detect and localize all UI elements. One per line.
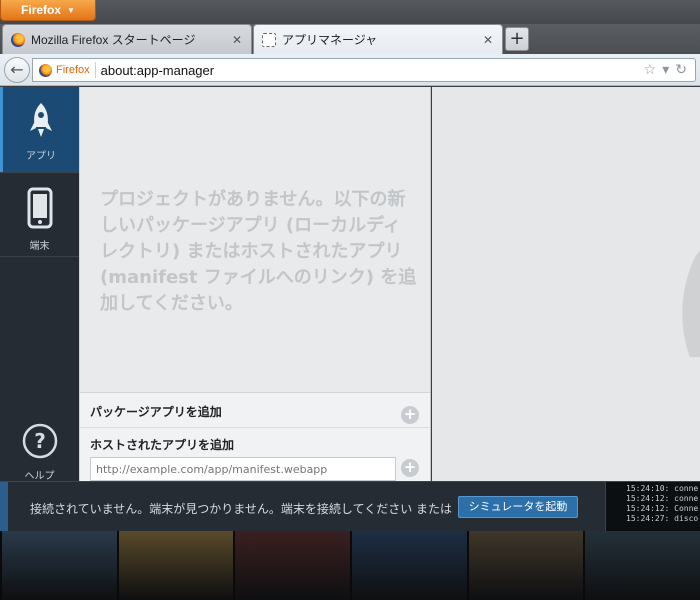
navigation-bar: ← Firefox about:app-manager ☆ ▾ ↻ — [0, 54, 700, 86]
close-icon[interactable]: ✕ — [231, 33, 243, 47]
rocket-icon — [30, 103, 52, 137]
desktop-thumbnail — [0, 531, 117, 600]
divider — [80, 427, 430, 428]
arrow-left-icon: ← — [10, 60, 24, 79]
tab-firefox-start[interactable]: Mozilla Firefox スタートページ ✕ — [2, 24, 252, 54]
help-icon: ? — [22, 423, 57, 459]
desktop-thumbnail — [233, 531, 351, 600]
bookmark-star-icon[interactable]: ☆ — [644, 62, 657, 78]
add-project-panel: パッケージアプリを追加 + ホストされたアプリを追加 + — [80, 392, 430, 481]
phone-icon — [27, 187, 52, 229]
project-detail-panel — [432, 87, 700, 481]
url-bar-icons: ☆ ▾ ↻ — [644, 62, 695, 78]
add-packaged-app-label[interactable]: パッケージアプリを追加 — [90, 403, 222, 420]
projects-panel: プロジェクトがありません。以下の新しいパッケージアプリ (ローカルディレクトリ)… — [79, 87, 431, 481]
desktop-thumbnail — [466, 531, 584, 600]
identity-label: Firefox — [56, 64, 90, 76]
url-text[interactable]: about:app-manager — [96, 63, 644, 78]
sidebar-item-label: アプリ — [26, 151, 56, 162]
tab-bar: Mozilla Firefox スタートページ ✕ アプリマネージャ ✕ + — [0, 24, 700, 54]
chevron-down-icon: ▼ — [67, 5, 75, 15]
start-simulator-button[interactable]: シミュレータを起動 — [458, 496, 578, 518]
window-titlebar: Firefox ▼ — [0, 0, 700, 24]
url-bar[interactable]: Firefox about:app-manager ☆ ▾ ↻ — [32, 58, 696, 82]
log-line: 15:24:12: conne — [626, 494, 699, 503]
connection-log: 15:24:10: conne 15:24:12: conne 15:24:12… — [605, 482, 700, 532]
firefox-menu-label: Firefox — [21, 3, 62, 17]
add-hosted-app-label: ホストされたアプリを追加 — [90, 438, 235, 452]
log-line: 15:24:12: Conne — [626, 504, 699, 513]
close-icon[interactable]: ✕ — [482, 33, 494, 47]
identity-box[interactable]: Firefox — [33, 62, 96, 78]
add-packaged-app-button[interactable]: + — [401, 406, 419, 424]
tab-label: アプリマネージャ — [282, 33, 378, 47]
tab-label: Mozilla Firefox スタートページ — [31, 33, 196, 47]
empty-projects-message: プロジェクトがありません。以下の新しいパッケージアプリ (ローカルディレクトリ)… — [100, 189, 417, 314]
hosted-app-url-input[interactable] — [90, 457, 396, 481]
svg-text:?: ? — [34, 429, 46, 453]
sidebar-item-label: 端末 — [29, 241, 50, 252]
sidebar-item-label: ヘルプ — [24, 471, 55, 482]
connection-footer: 接続されていません。端末が見つかりません。端末を接続してください または シミュ… — [0, 481, 700, 532]
desktop-thumbnail — [116, 531, 234, 600]
back-button[interactable]: ← — [4, 57, 30, 83]
desktop-wallpaper-strip — [0, 531, 700, 600]
status-accent — [0, 482, 8, 532]
tab-app-manager[interactable]: アプリマネージャ ✕ — [253, 24, 503, 54]
desktop-thumbnail — [350, 531, 467, 600]
rocket-watermark-icon — [682, 250, 700, 357]
page-icon — [262, 32, 276, 47]
sidebar-item-apps[interactable]: アプリ — [0, 87, 79, 172]
log-line: 15:24:27: disco — [626, 514, 699, 523]
log-line: 15:24:10: conne — [626, 484, 699, 493]
connection-status-text: 接続されていません。端末が見つかりません。端末を接続してください または — [30, 502, 453, 516]
add-hosted-app-button[interactable]: + — [401, 459, 419, 477]
desktop-thumbnail — [583, 531, 700, 600]
sidebar-item-device[interactable]: 端末 — [0, 172, 79, 257]
reload-icon[interactable]: ↻ — [675, 62, 687, 78]
firefox-logo-icon — [39, 63, 52, 77]
firefox-menu-button[interactable]: Firefox ▼ — [0, 0, 96, 21]
new-tab-button[interactable]: + — [505, 27, 529, 51]
dropdown-arrow-icon[interactable]: ▾ — [662, 62, 669, 78]
app-manager-sidebar: アプリ 端末 ? ヘルプ — [0, 87, 79, 482]
firefox-logo-icon — [11, 32, 25, 47]
